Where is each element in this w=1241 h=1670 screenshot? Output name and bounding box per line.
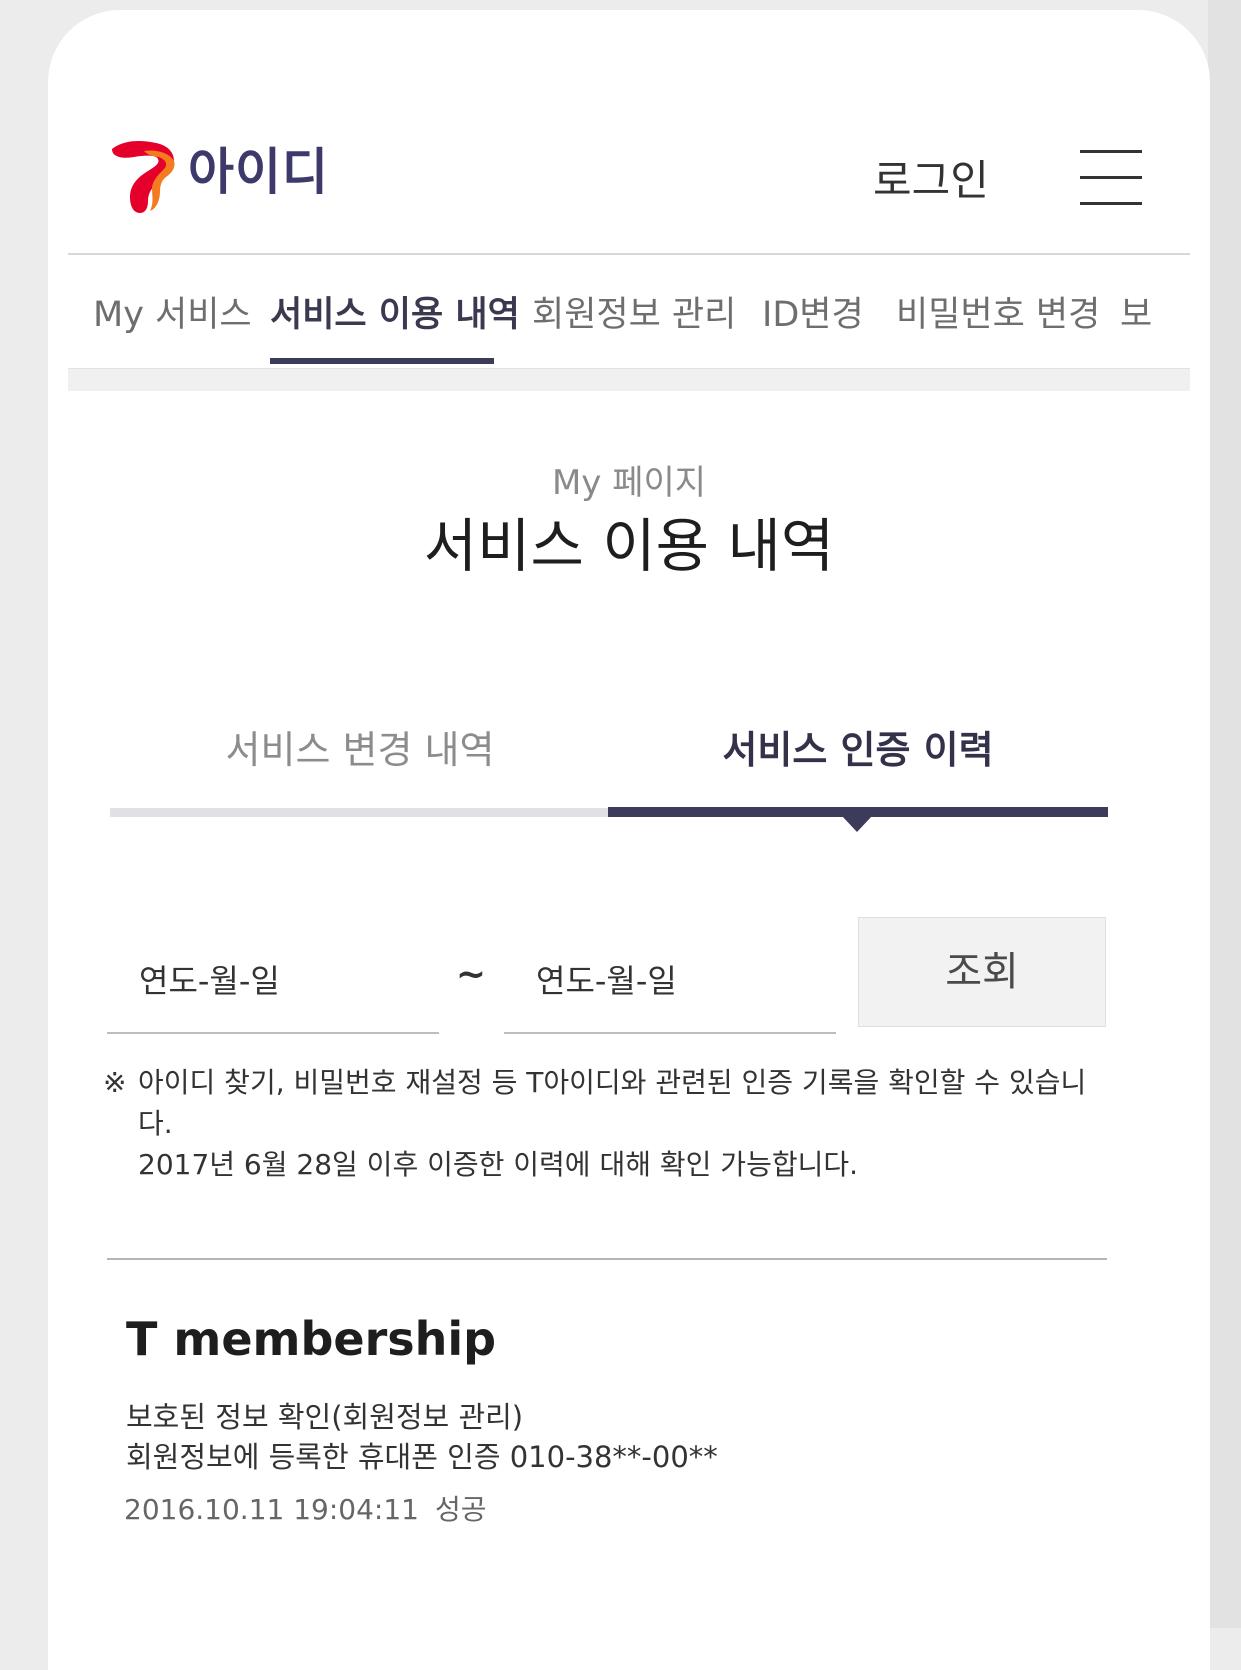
date-range-separator: ~: [455, 954, 487, 995]
list-divider: [107, 1258, 1107, 1260]
background-edge: [1208, 0, 1241, 1628]
notice-text-line2: 2017년 6월 28일 이후 이증한 이력에 대해 확인 가능합니다.: [138, 1148, 859, 1181]
subtab-service-change-history[interactable]: 서비스 변경 내역: [110, 725, 610, 775]
search-button[interactable]: 조회: [858, 917, 1106, 1027]
subtab-track: [110, 808, 610, 817]
caret-down-icon: [842, 816, 872, 832]
t-logo-icon[interactable]: [108, 135, 180, 217]
nav-bottom-bar: [68, 368, 1190, 391]
nav-tab-member-info[interactable]: 회원정보 관리: [532, 293, 736, 337]
active-tab-indicator: [270, 358, 494, 364]
nav-tab-password-change[interactable]: 비밀번호 변경: [896, 293, 1100, 337]
phone-screen: 아이디 로그인 My 서비스 서비스 이용 내역 회원정보 관리 ID변경 비밀…: [48, 10, 1210, 1670]
notice-text-line1: 아이디 찾기, 비밀번호 재설정 등 T아이디와 관련된 인증 기록을 확인할 …: [138, 1066, 1087, 1140]
nav-tab-my-service[interactable]: My 서비스: [93, 293, 252, 337]
top-nav-tabs: My 서비스 서비스 이용 내역 회원정보 관리 ID변경 비밀번호 변경 보: [68, 255, 1190, 368]
subtab-service-auth-history[interactable]: 서비스 인증 이력: [608, 725, 1108, 775]
notice-mark: ※: [103, 1066, 127, 1099]
nav-tab-id-change[interactable]: ID변경: [762, 293, 864, 337]
hamburger-menu-icon[interactable]: [1080, 150, 1142, 208]
record-detail: 보호된 정보 확인(회원정보 관리): [126, 1400, 524, 1434]
page-subtitle: My 페이지: [551, 463, 707, 503]
record-datetime: 2016.10.11 19:04:11: [124, 1493, 419, 1526]
record-meta: 2016.10.11 19:04:11 성공: [124, 1490, 487, 1530]
nav-tab-service-usage[interactable]: 서비스 이용 내역: [270, 293, 520, 337]
notice: ※ 아이디 찾기, 비밀번호 재설정 등 T아이디와 관련된 인증 기록을 확인…: [103, 1062, 1113, 1185]
login-link[interactable]: 로그인: [873, 155, 989, 207]
nav-tab-more[interactable]: 보: [1120, 293, 1152, 337]
record-service-name: T membership: [126, 1312, 497, 1366]
end-date-input[interactable]: [504, 930, 836, 1034]
start-date-input[interactable]: [107, 930, 439, 1034]
record-status: 성공: [434, 1493, 487, 1526]
page-title: 서비스 이용 내역: [423, 512, 835, 580]
record-detail: 회원정보에 등록한 휴대폰 인증 010-38**-00**: [126, 1440, 718, 1474]
brand-name: 아이디: [188, 143, 329, 201]
